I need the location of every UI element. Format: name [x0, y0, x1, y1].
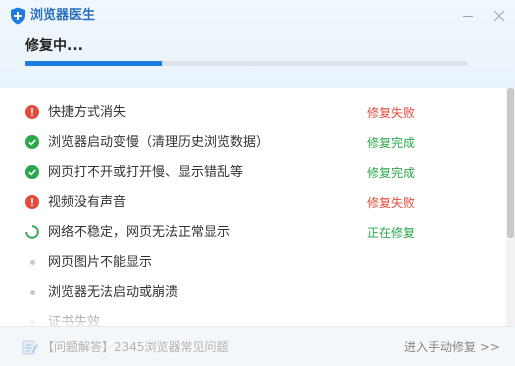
repair-item-status: 修复失败 — [367, 106, 416, 120]
repair-progress-bar — [25, 61, 467, 66]
repair-item-list: 快捷方式消失 修复失败 浏览器启动变慢（清理历史浏览数据） 修复完成 网页打不开… — [0, 88, 505, 326]
repair-item-status: 修复完成 — [367, 166, 416, 180]
exclamation-icon — [25, 195, 39, 209]
repair-item: 网页图片不能显示 — [0, 248, 505, 278]
bullet-icon — [25, 285, 39, 299]
repair-item: 网页打不开或打开慢、显示错乱等 修复完成 — [0, 158, 505, 188]
repair-item: 视频没有声音 修复失败 — [0, 188, 505, 218]
repair-item-label: 证书失效 — [48, 315, 101, 326]
repair-item-label: 视频没有声音 — [48, 195, 127, 210]
footer: 【问题解答】2345浏览器常见问题 进入手动修复 >> — [0, 326, 515, 366]
manual-repair-link[interactable]: 进入手动修复 >> — [404, 338, 500, 356]
repair-item: 网络不稳定，网页无法正常显示 正在修复 — [0, 218, 505, 248]
bullet-icon — [25, 255, 39, 269]
check-icon — [25, 135, 39, 149]
close-icon — [493, 10, 505, 22]
repair-item-label: 网络不稳定，网页无法正常显示 — [48, 225, 231, 240]
repair-item: 浏览器启动变慢（清理历史浏览数据） 修复完成 — [0, 128, 505, 158]
close-button[interactable] — [489, 6, 509, 26]
notepad-icon — [22, 340, 38, 355]
exclamation-icon — [25, 105, 39, 119]
repair-item: 浏览器无法启动或崩溃 — [0, 278, 505, 308]
repair-item-status: 正在修复 — [367, 226, 416, 240]
repair-item-label: 浏览器无法启动或崩溃 — [48, 285, 179, 300]
minimize-icon — [463, 16, 473, 17]
repair-item-label: 网页图片不能显示 — [48, 255, 153, 270]
minimize-button[interactable] — [458, 6, 478, 26]
shield-plus-icon — [11, 7, 25, 25]
title-bar: 浏览器医生 — [0, 0, 515, 32]
repair-item-label: 网页打不开或打开慢、显示错乱等 — [48, 165, 244, 180]
faq-link[interactable]: 【问题解答】2345浏览器常见问题 — [42, 338, 229, 356]
repair-item-status: 修复失败 — [367, 196, 416, 210]
header: 浏览器医生 修复中... — [0, 0, 515, 88]
app-title: 浏览器医生 — [30, 8, 96, 23]
bullet-icon — [25, 315, 39, 326]
repair-item-status: 修复完成 — [367, 136, 416, 150]
check-icon — [25, 165, 39, 179]
scrollbar-thumb[interactable] — [507, 88, 514, 238]
repair-item-label: 浏览器启动变慢（清理历史浏览数据） — [48, 135, 270, 150]
repair-item-label: 快捷方式消失 — [48, 105, 127, 120]
repair-item: 证书失效 — [0, 308, 505, 326]
repair-status-title: 修复中... — [25, 38, 83, 54]
repair-item: 快捷方式消失 修复失败 — [0, 98, 505, 128]
spinner-icon — [25, 225, 39, 239]
progress-fill — [25, 61, 163, 66]
list-scrollbar[interactable] — [506, 88, 515, 326]
browser-doctor-window: 浏览器医生 修复中... 快捷方式消失 修复失败 浏览器启动变慢（清理历史浏览数… — [0, 0, 515, 366]
